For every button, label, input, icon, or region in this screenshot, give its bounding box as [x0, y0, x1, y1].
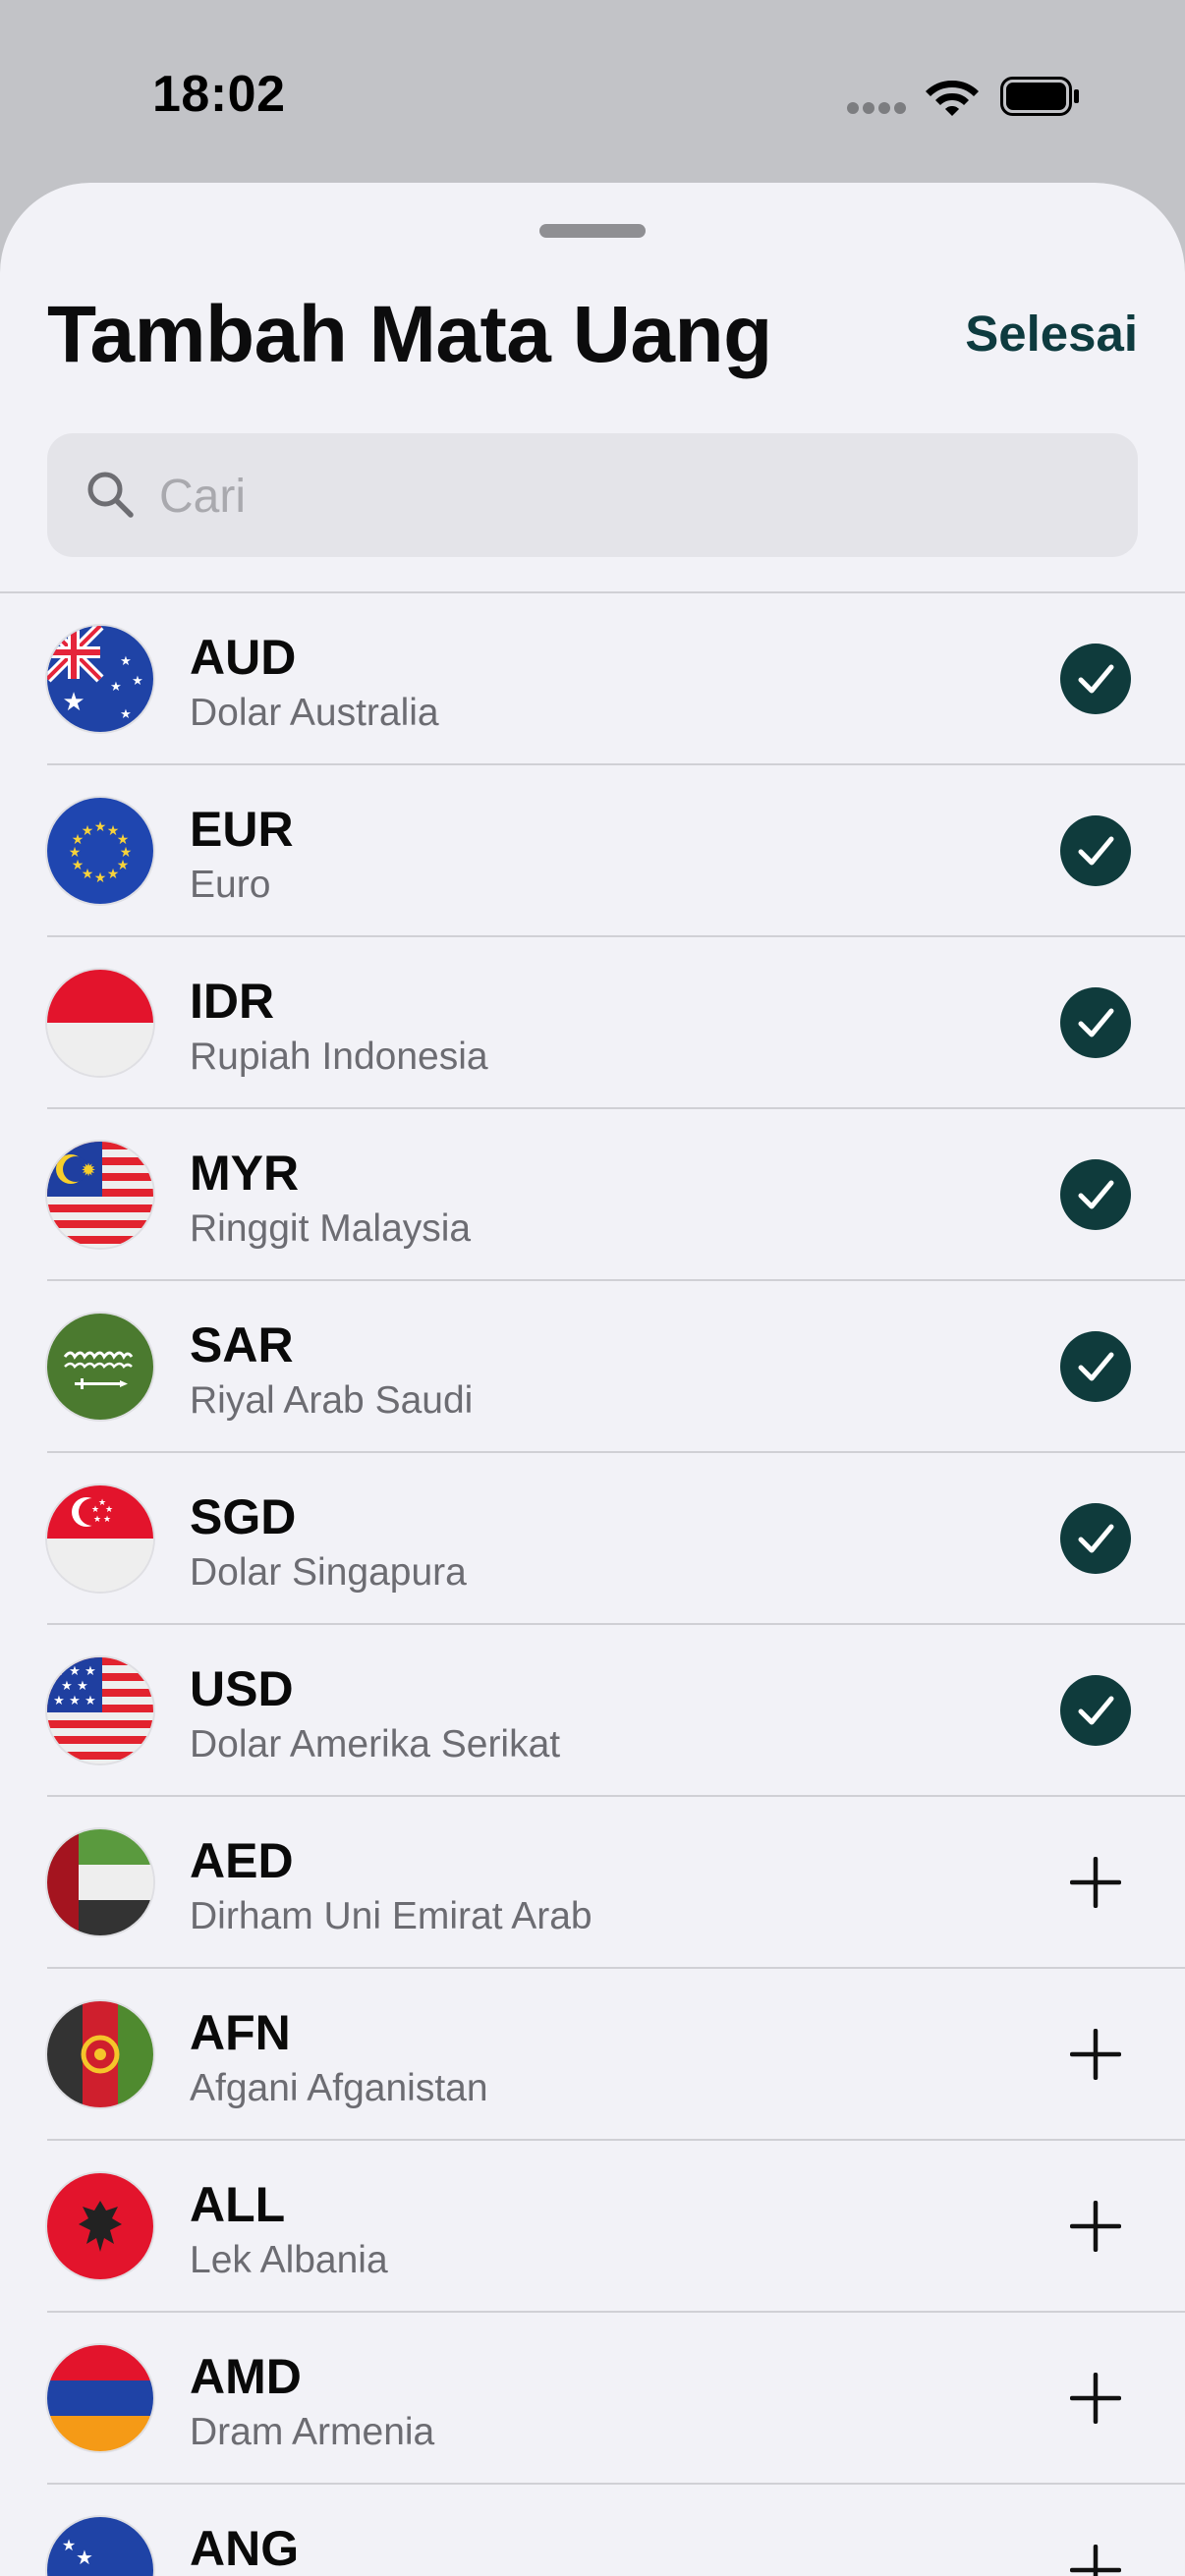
currency-code: ALL — [190, 2177, 286, 2232]
checkmark-circle-icon[interactable] — [1060, 1675, 1131, 1746]
svg-text:★: ★ — [110, 679, 122, 694]
search-icon — [87, 472, 134, 518]
currency-code: EUR — [190, 802, 294, 857]
currency-row-sgd[interactable]: ★ ★ ★ ★ ★ SGD Dolar Singapura — [0, 1453, 1185, 1625]
currency-code: ANG — [190, 2521, 300, 2576]
afghanistan-flag-icon — [47, 2001, 153, 2107]
currency-name: Lek Albania — [190, 2239, 388, 2281]
currency-row-eur[interactable]: ★ ★ ★ ★ ★ ★ ★ ★ ★ ★ ★ ★ EUR Euro — [0, 765, 1185, 937]
uae-flag-icon — [47, 1829, 153, 1935]
svg-text:★: ★ — [94, 869, 107, 885]
search-input[interactable] — [157, 433, 1104, 559]
svg-text:★: ★ — [103, 1514, 111, 1524]
currency-code: AED — [190, 1833, 294, 1888]
currency-name: Dolar Amerika Serikat — [190, 1723, 561, 1765]
malaysia-flag-icon: ✹ — [47, 1142, 153, 1248]
currency-code: AMD — [190, 2349, 302, 2404]
svg-text:★: ★ — [69, 1693, 81, 1708]
status-bar: 18:02 — [0, 0, 1185, 187]
currency-name: Ringgit Malaysia — [190, 1207, 472, 1250]
svg-text:★: ★ — [94, 818, 107, 834]
svg-text:★: ★ — [53, 1663, 65, 1678]
svg-text:★: ★ — [85, 1693, 96, 1708]
currency-row-aed[interactable]: AED Dirham Uni Emirat Arab — [0, 1797, 1185, 1969]
currency-code: IDR — [190, 974, 275, 1029]
currency-name: Dolar Australia — [190, 692, 439, 734]
plus-icon[interactable] — [1070, 2545, 1121, 2576]
indonesia-flag-icon — [47, 970, 153, 1076]
page-title: Tambah Mata Uang — [47, 290, 772, 379]
albania-flag-icon — [47, 2173, 153, 2279]
cellular-signal-icon — [847, 102, 908, 116]
svg-text:★: ★ — [72, 857, 85, 872]
checkmark-circle-icon[interactable] — [1060, 644, 1131, 714]
saudi-arabia-flag-icon — [47, 1314, 153, 1420]
currency-row-all[interactable]: ALL Lek Albania — [0, 2141, 1185, 2313]
svg-text:✹: ✹ — [81, 1160, 95, 1180]
currency-name: Riyal Arab Saudi — [190, 1379, 474, 1422]
australia-flag-icon: ★ ★ ★ ★ ★ — [47, 626, 153, 732]
svg-text:★: ★ — [77, 1678, 88, 1693]
currency-list: ★ ★ ★ ★ ★ AUD Dolar Australia ★ ★ ★ ★ ★ … — [0, 591, 1185, 2576]
european-union-flag-icon: ★ ★ ★ ★ ★ ★ ★ ★ ★ ★ ★ ★ — [47, 798, 153, 904]
plus-icon[interactable] — [1070, 2201, 1121, 2252]
svg-text:★: ★ — [117, 857, 130, 872]
svg-text:★: ★ — [85, 1663, 96, 1678]
currency-name: Dolar Singapura — [190, 1551, 467, 1594]
checkmark-circle-icon[interactable] — [1060, 1159, 1131, 1230]
united-states-flag-icon: ★ ★ ★ ★ ★ ★ ★ ★ — [47, 1657, 153, 1764]
svg-text:★: ★ — [91, 1504, 99, 1514]
currency-code: USD — [190, 1661, 294, 1716]
checkmark-circle-icon[interactable] — [1060, 1331, 1131, 1402]
add-currency-sheet: Tambah Mata Uang Selesai ★ ★ — [0, 183, 1185, 2576]
currency-name: Afgani Afganistan — [190, 2067, 488, 2109]
currency-row-usd[interactable]: ★ ★ ★ ★ ★ ★ ★ ★ USD Dolar Amerika Serikat — [0, 1625, 1185, 1797]
currency-code: SAR — [190, 1317, 294, 1372]
svg-text:★: ★ — [69, 1663, 81, 1678]
done-button[interactable]: Selesai — [965, 305, 1138, 363]
currency-row-ang[interactable]: ★ ★ ANG — [0, 2485, 1185, 2576]
currency-row-idr[interactable]: IDR Rupiah Indonesia — [0, 937, 1185, 1109]
currency-row-afn[interactable]: AFN Afgani Afganistan — [0, 1969, 1185, 2141]
currency-row-aud[interactable]: ★ ★ ★ ★ ★ AUD Dolar Australia — [0, 593, 1185, 765]
svg-text:★: ★ — [62, 687, 85, 716]
svg-text:★: ★ — [117, 831, 130, 847]
svg-text:★: ★ — [120, 706, 132, 721]
svg-text:★: ★ — [76, 2548, 93, 2569]
currency-code: AUD — [190, 630, 297, 685]
plus-icon[interactable] — [1070, 2029, 1121, 2080]
search-bar[interactable] — [47, 433, 1138, 559]
status-time: 18:02 — [152, 66, 286, 123]
currency-name: Dram Armenia — [190, 2411, 435, 2453]
svg-text:★: ★ — [62, 2538, 76, 2554]
currency-code: AFN — [190, 2005, 291, 2060]
plus-icon[interactable] — [1070, 1857, 1121, 1908]
plus-icon[interactable] — [1070, 2373, 1121, 2424]
currency-code: MYR — [190, 1146, 300, 1201]
singapore-flag-icon: ★ ★ ★ ★ ★ — [47, 1485, 153, 1592]
currency-name: Rupiah Indonesia — [190, 1036, 488, 1078]
currency-name: Euro — [190, 864, 271, 906]
wifi-icon — [926, 81, 979, 116]
checkmark-circle-icon[interactable] — [1060, 1503, 1131, 1574]
curacao-flag-icon: ★ ★ — [47, 2517, 153, 2576]
checkmark-circle-icon[interactable] — [1060, 987, 1131, 1058]
svg-text:★: ★ — [72, 831, 85, 847]
checkmark-circle-icon[interactable] — [1060, 815, 1131, 886]
currency-row-sar[interactable]: SAR Riyal Arab Saudi — [0, 1281, 1185, 1453]
svg-text:★: ★ — [132, 673, 143, 688]
svg-text:★: ★ — [93, 1514, 101, 1524]
battery-icon — [1000, 77, 1079, 116]
svg-text:★: ★ — [61, 1678, 73, 1693]
currency-row-myr[interactable]: ✹ MYR Ringgit Malaysia — [0, 1109, 1185, 1281]
svg-text:★: ★ — [105, 1504, 113, 1514]
currency-row-amd[interactable]: AMD Dram Armenia — [0, 2313, 1185, 2485]
armenia-flag-icon — [47, 2345, 153, 2451]
sheet-grabber[interactable] — [539, 224, 646, 238]
currency-name: Dirham Uni Emirat Arab — [190, 1895, 592, 1937]
currency-code: SGD — [190, 1489, 297, 1544]
svg-text:★: ★ — [120, 653, 132, 668]
svg-text:★: ★ — [53, 1693, 65, 1708]
